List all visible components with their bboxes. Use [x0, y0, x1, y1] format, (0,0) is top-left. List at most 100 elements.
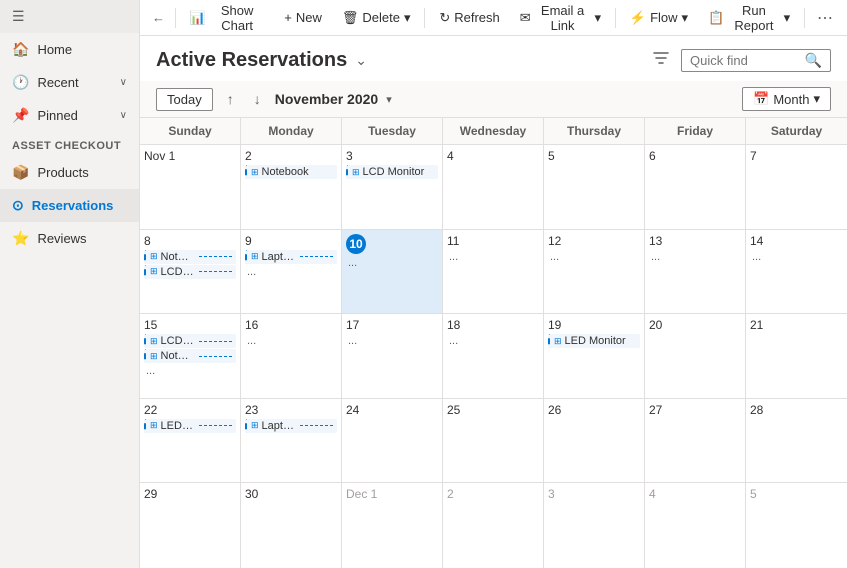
sidebar-item-pinned[interactable]: 📌 Pinned ∨ — [0, 99, 139, 132]
calendar-day[interactable]: 12... — [544, 230, 645, 314]
month-chevron-icon[interactable]: ▾ — [386, 93, 392, 106]
calendar-nav: Today ↑ ↓ November 2020 ▾ 📅 Month ▾ — [140, 81, 847, 118]
calendar-day[interactable]: 8⊞Notebook⊞LCD Monitor — [140, 230, 241, 314]
show-chart-button[interactable]: 📊 Show Chart — [182, 0, 272, 37]
next-month-button[interactable]: ↓ — [248, 89, 267, 109]
calendar-day[interactable]: 22⊞LED Monitor — [140, 399, 241, 483]
calendar-day[interactable]: 14... — [746, 230, 847, 314]
calendar-event[interactable]: ⊞Notebook — [144, 349, 236, 363]
refresh-button[interactable]: ↻ Refresh — [431, 6, 507, 30]
event-label: LCD Monitor — [363, 166, 434, 178]
search-input[interactable] — [690, 53, 801, 68]
more-events[interactable]: ... — [548, 250, 640, 264]
more-events[interactable]: ... — [245, 265, 337, 279]
calendar-day[interactable]: 29 — [140, 483, 241, 568]
calendar-day[interactable]: 16... — [241, 314, 342, 398]
sidebar-item-recent[interactable]: 🕐 Recent ∨ — [0, 66, 139, 99]
calendar-day[interactable]: 10... — [342, 230, 443, 314]
day-number: 27 — [649, 403, 741, 417]
sidebar-item-home[interactable]: 🏠 Home — [0, 33, 139, 66]
calendar-event[interactable]: ⊞LED Monitor — [144, 419, 236, 433]
calendar-day[interactable]: 18... — [443, 314, 544, 398]
calendar-day[interactable]: 5 — [544, 145, 645, 229]
event-icon: ⊞ — [150, 266, 158, 277]
page-title-chevron-icon[interactable]: ⌄ — [355, 52, 367, 69]
sidebar-item-reservations[interactable]: ⊙ Reservations — [0, 189, 139, 222]
more-events[interactable]: ... — [144, 364, 236, 378]
calendar-day[interactable]: 13... — [645, 230, 746, 314]
calendar-day[interactable]: 3 — [544, 483, 645, 568]
back-button[interactable]: ← — [148, 6, 169, 29]
hamburger-menu[interactable]: ☰ — [0, 0, 139, 33]
calendar-day[interactable]: 20 — [645, 314, 746, 398]
more-events[interactable]: ... — [750, 250, 843, 264]
calendar-event[interactable]: ⊞Notebook — [144, 250, 236, 264]
sidebar-item-products[interactable]: 📦 Products — [0, 156, 139, 189]
calendar-day[interactable]: 23 ⊞Laptop — [241, 399, 342, 483]
calendar-day[interactable]: Dec 1 — [342, 483, 443, 568]
calendar-event[interactable]: ⊞LED Monitor — [548, 334, 640, 348]
delete-button[interactable]: 🗑 Delete ▾ — [334, 6, 419, 30]
col-friday: Friday — [645, 118, 746, 144]
calendar-day[interactable]: 2⊞Notebook — [241, 145, 342, 229]
day-number: 23 — [245, 403, 337, 417]
calendar-day[interactable]: 11... — [443, 230, 544, 314]
day-number: 11 — [447, 234, 539, 248]
more-events[interactable]: ... — [346, 334, 438, 348]
calendar-day[interactable]: 5 — [746, 483, 847, 568]
more-events[interactable]: ... — [649, 250, 741, 264]
day-number: 3 — [346, 149, 438, 163]
calendar-day[interactable]: 26 — [544, 399, 645, 483]
event-span-indicator — [300, 425, 333, 426]
refresh-icon: ↻ — [439, 10, 450, 26]
event-icon: ⊞ — [150, 336, 158, 347]
sidebar-item-label: Reviews — [37, 231, 86, 246]
calendar-day[interactable]: 30 — [241, 483, 342, 568]
flow-chevron-icon: ▾ — [682, 10, 689, 26]
calendar-day[interactable]: 17... — [342, 314, 443, 398]
more-events[interactable]: ... — [447, 334, 539, 348]
calendar-day[interactable]: 7 — [746, 145, 847, 229]
more-events[interactable]: ... — [346, 256, 438, 270]
calendar-day[interactable]: 25 — [443, 399, 544, 483]
calendar-event[interactable]: ⊞LCD Monitor — [144, 265, 236, 279]
day-number: 25 — [447, 403, 539, 417]
new-button[interactable]: + New — [276, 6, 330, 29]
calendar-day[interactable]: 4 — [443, 145, 544, 229]
view-selector-button[interactable]: 📅 Month ▾ — [742, 87, 831, 111]
email-chevron-icon: ▾ — [595, 10, 602, 26]
prev-month-button[interactable]: ↑ — [221, 89, 240, 109]
calendar-day[interactable]: 28 — [746, 399, 847, 483]
more-events[interactable]: ... — [447, 250, 539, 264]
event-span-indicator — [199, 425, 232, 426]
calendar-day[interactable]: 6 — [645, 145, 746, 229]
calendar-day[interactable]: 15⊞LCD Monitor⊞Notebook... — [140, 314, 241, 398]
calendar-event[interactable]: ⊞Notebook — [245, 165, 337, 179]
more-options-button[interactable]: ⋯ — [811, 4, 839, 32]
filter-button[interactable] — [649, 46, 673, 75]
calendar-day[interactable]: 9⊞Laptop... — [241, 230, 342, 314]
calendar-day[interactable]: 21 — [746, 314, 847, 398]
calendar-day[interactable]: 3 ⊞LCD Monitor — [342, 145, 443, 229]
calendar-day[interactable]: Nov 1 — [140, 145, 241, 229]
calendar-day[interactable]: 2 — [443, 483, 544, 568]
day-number: Nov 1 — [144, 149, 236, 163]
flow-label: Flow — [650, 10, 677, 25]
calendar-day[interactable]: 24 — [342, 399, 443, 483]
flow-button[interactable]: ⚡ Flow ▾ — [622, 6, 696, 30]
calendar-event[interactable]: ⊞Laptop — [245, 419, 337, 433]
calendar-day[interactable]: 27 — [645, 399, 746, 483]
day-number: 28 — [750, 403, 843, 417]
event-icon: ⊞ — [150, 251, 158, 262]
calendar-day[interactable]: 4 — [645, 483, 746, 568]
calendar-event[interactable]: ⊞LCD Monitor — [144, 334, 236, 348]
calendar-event[interactable]: ⊞Laptop — [245, 250, 337, 264]
email-link-button[interactable]: ✉ Email a Link ▾ — [512, 0, 609, 37]
today-button[interactable]: Today — [156, 88, 213, 111]
calendar-day[interactable]: 19⊞LED Monitor — [544, 314, 645, 398]
run-report-button[interactable]: 📋 Run Report ▾ — [700, 0, 798, 37]
more-events[interactable]: ... — [245, 334, 337, 348]
sidebar-item-label: Reservations — [32, 198, 114, 213]
calendar-event[interactable]: ⊞LCD Monitor — [346, 165, 438, 179]
sidebar-item-reviews[interactable]: ⭐ Reviews — [0, 222, 139, 255]
